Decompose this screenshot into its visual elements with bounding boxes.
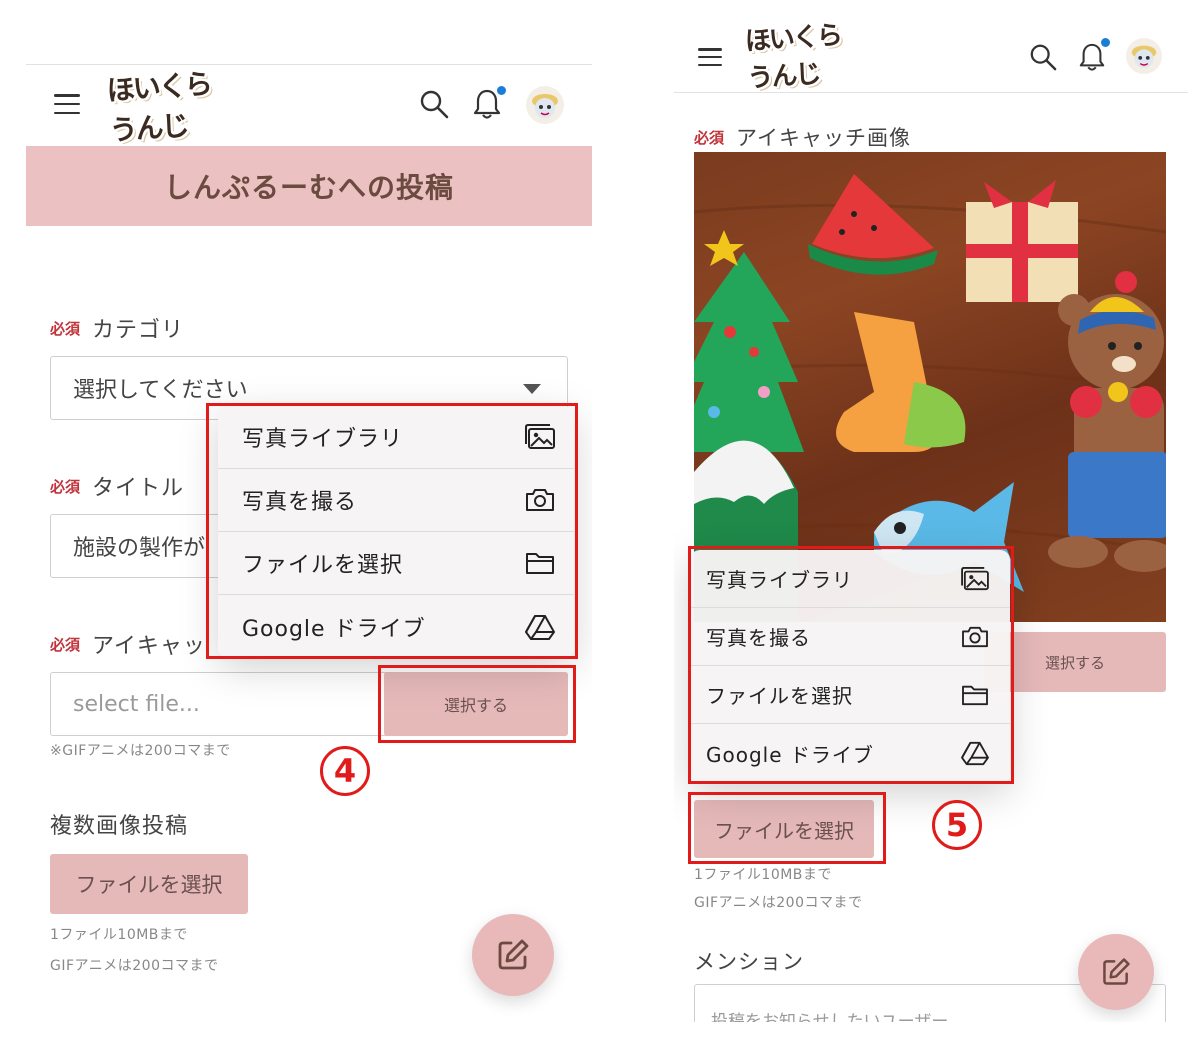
page-title: しんぷるーむへの投稿: [26, 146, 592, 226]
folder-icon: [526, 553, 554, 574]
menu-item-photo-library[interactable]: 写真ライブラリ: [218, 406, 574, 469]
menu-item-google-drive[interactable]: Google ドライブ: [690, 724, 1010, 782]
required-badge: 必須: [50, 477, 81, 496]
logo[interactable]: ほいくらうんじ: [744, 20, 864, 94]
hamburger-menu-icon[interactable]: [698, 48, 722, 66]
gif-frames-note: GIFアニメは200コマまで: [50, 958, 219, 974]
chevron-down-icon: [523, 384, 541, 394]
eyecatch-select-button[interactable]: 選択する: [984, 632, 1166, 692]
menu-item-photo-library[interactable]: 写真ライブラリ: [690, 550, 1010, 608]
hamburger-menu-icon[interactable]: [54, 94, 80, 114]
photo-library-icon: [525, 424, 555, 449]
mention-label: メンション: [694, 950, 804, 974]
multi-file-select-button[interactable]: ファイルを選択: [694, 800, 874, 858]
eyecatch-label: 必須 アイキャッチ画像: [694, 126, 911, 150]
top-divider: [26, 64, 592, 65]
required-badge: 必須: [50, 635, 81, 654]
gif-note: ※GIFアニメは200コマまで: [50, 743, 231, 759]
required-badge: 必須: [50, 319, 81, 338]
photo-library-icon: [961, 566, 989, 590]
step-number: 4: [320, 746, 370, 796]
eyecatch-label: 必須 アイキャッ: [50, 634, 206, 659]
file-source-menu: 写真ライブラリ 写真を撮る ファイルを選択 Google ドライブ: [690, 550, 1010, 784]
logo[interactable]: ほいくらうんじ: [106, 67, 232, 147]
category-label: 必須 カテゴリ: [50, 318, 185, 343]
notification-dot: [497, 86, 506, 95]
menu-item-choose-file[interactable]: ファイルを選択: [218, 532, 574, 595]
menu-item-take-photo[interactable]: 写真を撮る: [690, 608, 1010, 666]
notification-dot: [1101, 38, 1110, 47]
camera-icon: [526, 489, 554, 511]
compose-button[interactable]: [472, 914, 554, 996]
menu-item-google-drive[interactable]: Google ドライブ: [218, 595, 574, 658]
menu-item-choose-file[interactable]: ファイルを選択: [690, 666, 1010, 724]
edit-icon: [1103, 958, 1130, 985]
menu-item-take-photo[interactable]: 写真を撮る: [218, 469, 574, 532]
eyecatch-select-button[interactable]: 選択する: [384, 672, 568, 736]
bell-icon[interactable]: [1076, 38, 1110, 74]
avatar[interactable]: [526, 86, 564, 124]
gif-frames-note: GIFアニメは200コマまで: [694, 895, 863, 911]
file-source-menu: 写真ライブラリ 写真を撮る ファイルを選択 Google ドライブ: [218, 406, 574, 658]
left-screen: ほいくらうんじ しんぷるーむへの投稿 必須 カテゴリ 選択してください 必須 タ…: [26, 64, 592, 1024]
compose-button[interactable]: [1078, 934, 1154, 1010]
search-icon[interactable]: [418, 88, 450, 120]
file-size-note: 1ファイル10MBまで: [50, 927, 188, 943]
multi-upload-label: 複数画像投稿: [50, 814, 189, 839]
edit-icon: [498, 939, 529, 970]
title-label: 必須 タイトル: [50, 476, 185, 501]
google-drive-icon: [961, 741, 989, 766]
file-size-note: 1ファイル10MBまで: [694, 867, 832, 883]
header-divider: [674, 92, 1188, 93]
google-drive-icon: [525, 614, 555, 640]
search-icon[interactable]: [1028, 42, 1058, 72]
multi-file-select-button[interactable]: ファイルを選択: [50, 854, 248, 914]
step-number: 5: [932, 800, 982, 850]
bell-icon[interactable]: [470, 86, 506, 122]
camera-icon: [962, 626, 988, 647]
required-badge: 必須: [694, 128, 725, 147]
right-screen: ほいくらうんじ 必須 アイキャッチ画像 選択する ファイルを選択 1ファイル10…: [674, 10, 1188, 1022]
folder-icon: [962, 685, 988, 705]
avatar[interactable]: [1126, 38, 1162, 74]
